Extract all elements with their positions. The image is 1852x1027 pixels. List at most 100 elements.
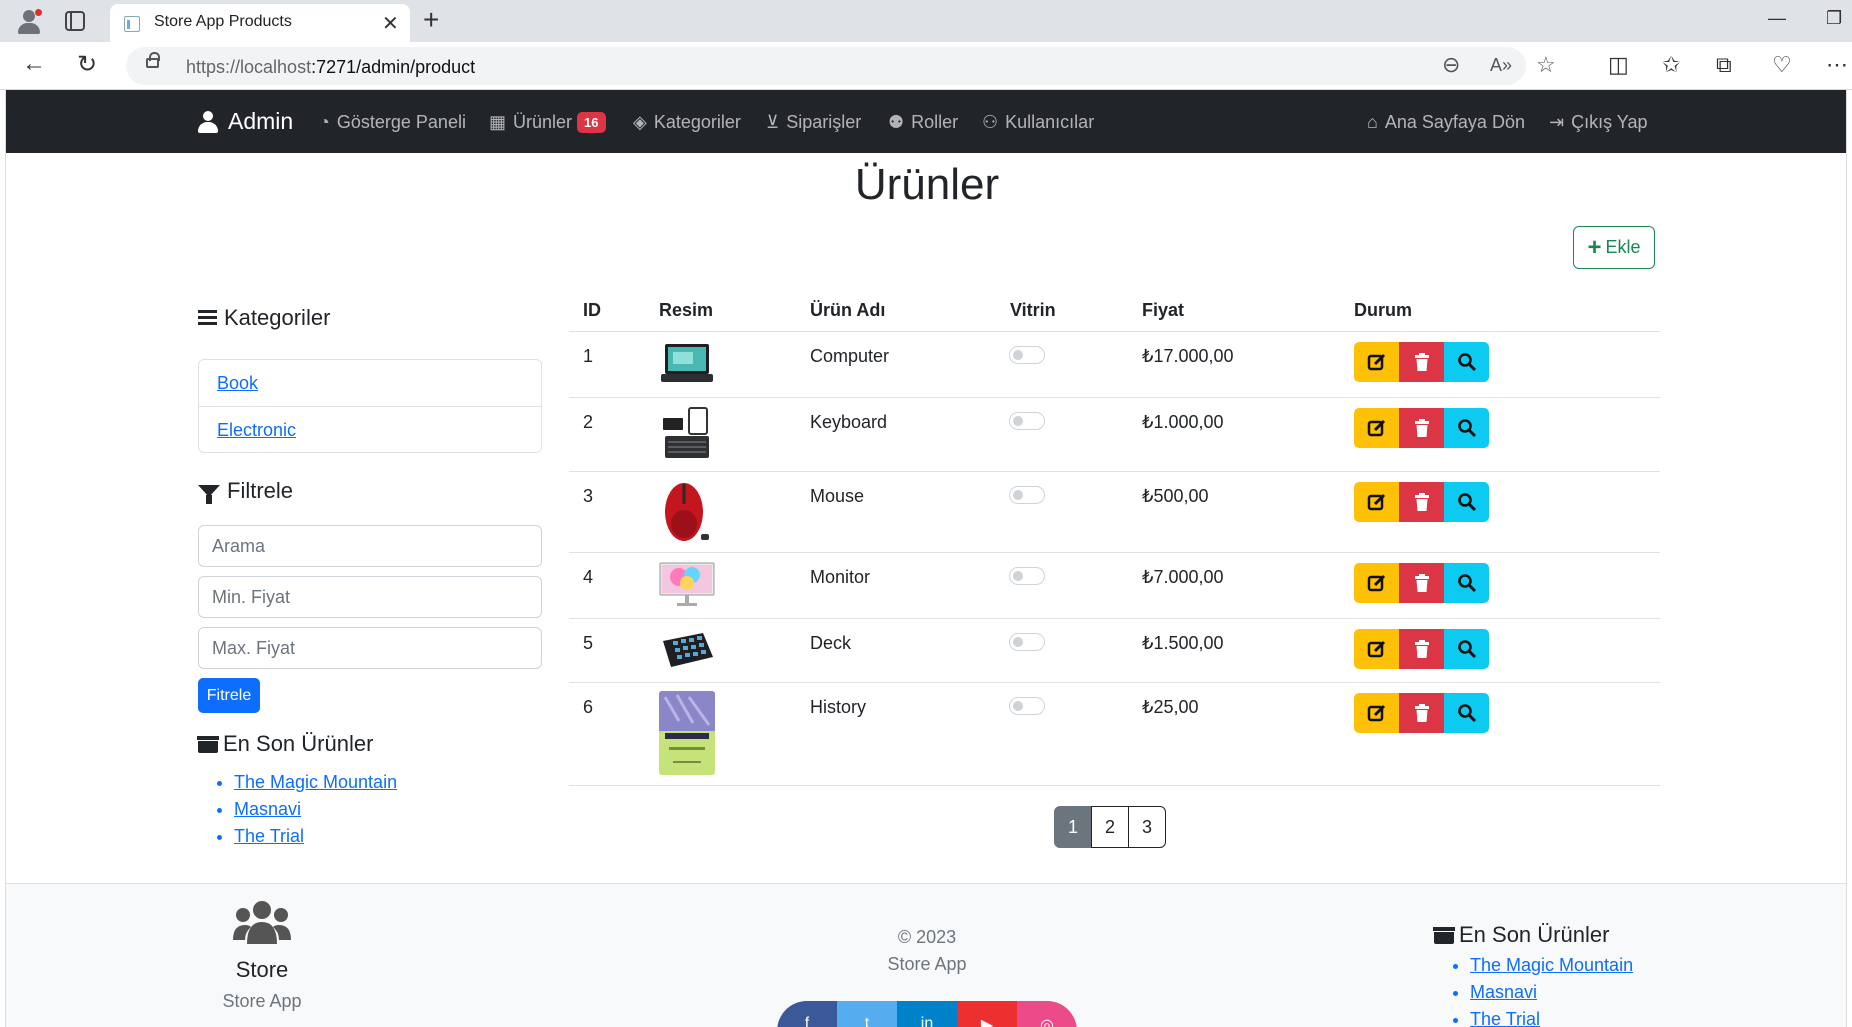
- profile-icon[interactable]: [14, 6, 44, 36]
- category-link-book[interactable]: Book: [199, 360, 541, 406]
- search-input[interactable]: [198, 525, 542, 567]
- showcase-toggle[interactable]: [1009, 346, 1045, 364]
- split-screen-icon[interactable]: ◫: [1608, 52, 1629, 78]
- close-tab-icon[interactable]: ✕: [382, 11, 399, 36]
- more-menu-icon[interactable]: ⋯: [1826, 52, 1848, 78]
- navbar-brand[interactable]: Admin: [198, 108, 293, 135]
- page-viewport: Admin ◔ Gösterge Paneli ▦ Ürünler 16 ◈ K…: [5, 90, 1847, 1027]
- new-tab-icon[interactable]: +: [423, 4, 439, 36]
- cell-name: Keyboard: [810, 412, 888, 432]
- cell-id: 2: [583, 412, 594, 432]
- delete-button[interactable]: [1399, 482, 1444, 522]
- delete-button[interactable]: [1399, 408, 1444, 448]
- filter-heading: Filtrele: [198, 478, 293, 504]
- min-price-input[interactable]: [198, 576, 542, 618]
- showcase-toggle[interactable]: [1009, 697, 1045, 715]
- zoom-icon[interactable]: ⊖: [1442, 52, 1460, 78]
- linkedin-icon[interactable]: in: [897, 1001, 957, 1027]
- users-gear-icon: ⚉: [888, 112, 905, 132]
- recent-heading-label: En Son Ürünler: [223, 731, 374, 756]
- add-button-label: Ekle: [1605, 237, 1641, 257]
- minimize-icon[interactable]: —: [1768, 8, 1786, 29]
- filter-button[interactable]: Fitrele: [198, 678, 260, 713]
- nav-orders-label: Siparişler: [786, 112, 862, 132]
- edit-button[interactable]: [1354, 629, 1399, 669]
- home-icon: ⌂: [1367, 112, 1378, 132]
- categories-heading: Kategoriler: [198, 305, 330, 331]
- nav-users[interactable]: ⚇ Kullanıcılar: [982, 112, 1094, 133]
- page-link-2[interactable]: 2: [1091, 806, 1129, 848]
- read-aloud-icon[interactable]: A»: [1490, 55, 1512, 76]
- url-text[interactable]: https://localhost:7271/admin/product: [186, 57, 475, 78]
- page-link-1[interactable]: 1: [1054, 806, 1092, 848]
- recent-product-link[interactable]: The Magic Mountain: [234, 769, 397, 796]
- back-icon[interactable]: ←: [22, 50, 46, 78]
- row-actions: [1354, 408, 1489, 448]
- search-icon: [1457, 574, 1476, 593]
- nav-dashboard[interactable]: ◔ Gösterge Paneli: [319, 112, 466, 133]
- max-price-input[interactable]: [198, 627, 542, 669]
- cell-id: 1: [583, 346, 594, 366]
- recent-product-link[interactable]: Masnavi: [234, 796, 397, 823]
- edit-button[interactable]: [1354, 693, 1399, 733]
- facebook-icon[interactable]: f: [777, 1001, 837, 1027]
- view-button[interactable]: [1444, 408, 1489, 448]
- product-image-monitor: [659, 562, 715, 606]
- tab-title: Store App Products: [154, 13, 292, 30]
- plus-icon: +: [1587, 233, 1602, 261]
- nav-home[interactable]: ⌂ Ana Sayfaya Dön: [1367, 112, 1525, 133]
- browser-essentials-icon[interactable]: ♡: [1772, 52, 1792, 78]
- nav-orders[interactable]: ⊻ Siparişler: [766, 112, 861, 133]
- collections-icon[interactable]: ⧉: [1716, 52, 1732, 78]
- delete-button[interactable]: [1399, 563, 1444, 603]
- cell-id: 4: [583, 567, 594, 587]
- page-link-3[interactable]: 3: [1128, 806, 1166, 848]
- lock-icon[interactable]: [146, 52, 160, 68]
- favorite-star-icon[interactable]: ☆: [1536, 52, 1556, 78]
- nav-products[interactable]: ▦ Ürünler 16: [489, 112, 606, 133]
- user-icon: [198, 110, 218, 133]
- showcase-toggle[interactable]: [1009, 567, 1045, 585]
- instagram-icon[interactable]: ◎: [1017, 1001, 1077, 1027]
- edit-button[interactable]: [1354, 408, 1399, 448]
- showcase-toggle[interactable]: [1009, 633, 1045, 651]
- nav-roles[interactable]: ⚉ Roller: [888, 112, 958, 133]
- twitter-icon[interactable]: t: [837, 1001, 897, 1027]
- category-list: Book Electronic: [198, 359, 542, 453]
- address-bar[interactable]: https://localhost:7271/admin/product ⊖ A…: [126, 47, 1556, 85]
- reload-icon[interactable]: ↻: [77, 50, 97, 79]
- nav-categories[interactable]: ◈ Kategoriler: [633, 112, 741, 133]
- delete-button[interactable]: [1399, 693, 1444, 733]
- footer-recent-link[interactable]: Masnavi: [1470, 979, 1633, 1006]
- showcase-toggle[interactable]: [1009, 486, 1045, 504]
- page-favicon-icon: [124, 16, 140, 32]
- view-button[interactable]: [1444, 482, 1489, 522]
- view-button[interactable]: [1444, 342, 1489, 382]
- view-button[interactable]: [1444, 563, 1489, 603]
- view-button[interactable]: [1444, 629, 1489, 669]
- edit-button[interactable]: [1354, 342, 1399, 382]
- category-link-electronic[interactable]: Electronic: [199, 406, 541, 452]
- delete-button[interactable]: [1399, 629, 1444, 669]
- youtube-icon[interactable]: ▶: [957, 1001, 1017, 1027]
- footer-recent-link[interactable]: The Magic Mountain: [1470, 952, 1633, 979]
- footer-store-block: Store Store App: [206, 900, 318, 1012]
- footer-store-subtitle: Store App: [222, 991, 302, 1011]
- tab-actions-icon[interactable]: [65, 11, 85, 31]
- edit-icon: [1367, 574, 1385, 592]
- recent-product-link[interactable]: The Trial: [234, 823, 397, 850]
- showcase-toggle[interactable]: [1009, 412, 1045, 430]
- footer-recent-list: The Magic Mountain Masnavi The Trial: [1434, 952, 1633, 1027]
- edit-button[interactable]: [1354, 482, 1399, 522]
- filter-heading-label: Filtrele: [227, 478, 294, 503]
- delete-button[interactable]: [1399, 342, 1444, 382]
- edit-button[interactable]: [1354, 563, 1399, 603]
- browser-tab[interactable]: Store App Products ✕: [110, 4, 410, 42]
- browser-tab-strip: Store App Products ✕ + — ❐: [0, 0, 1852, 42]
- nav-logout[interactable]: ⇥ Çıkış Yap: [1549, 112, 1647, 133]
- footer-recent-link[interactable]: The Trial: [1470, 1006, 1633, 1027]
- view-button[interactable]: [1444, 693, 1489, 733]
- add-product-button[interactable]: + Ekle: [1573, 226, 1655, 269]
- restore-icon[interactable]: ❐: [1826, 8, 1842, 29]
- favorites-icon[interactable]: ✩: [1662, 52, 1680, 78]
